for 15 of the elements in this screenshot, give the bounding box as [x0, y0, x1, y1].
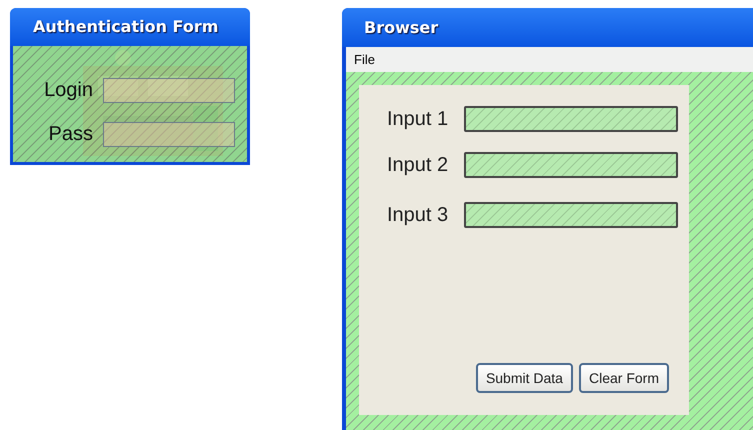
window-title: Authentication Form: [33, 16, 218, 38]
menu-item[interactable]: File: [354, 50, 375, 70]
input-field[interactable]: [103, 78, 235, 102]
input-field[interactable]: [464, 202, 678, 228]
submit-button[interactable]: Submit Data: [476, 363, 573, 393]
input-field[interactable]: [103, 122, 235, 146]
field-label: Input 3: [387, 203, 450, 228]
input-field[interactable]: [464, 152, 678, 178]
field-label: Input 2: [387, 153, 450, 178]
field-label: Pass: [48, 122, 93, 147]
input-field[interactable]: [464, 106, 678, 132]
clear-button[interactable]: Clear Form: [578, 363, 669, 393]
window-title: Browser: [364, 16, 438, 38]
field-label: Input 1: [387, 107, 450, 132]
field-label: Login: [43, 78, 93, 103]
